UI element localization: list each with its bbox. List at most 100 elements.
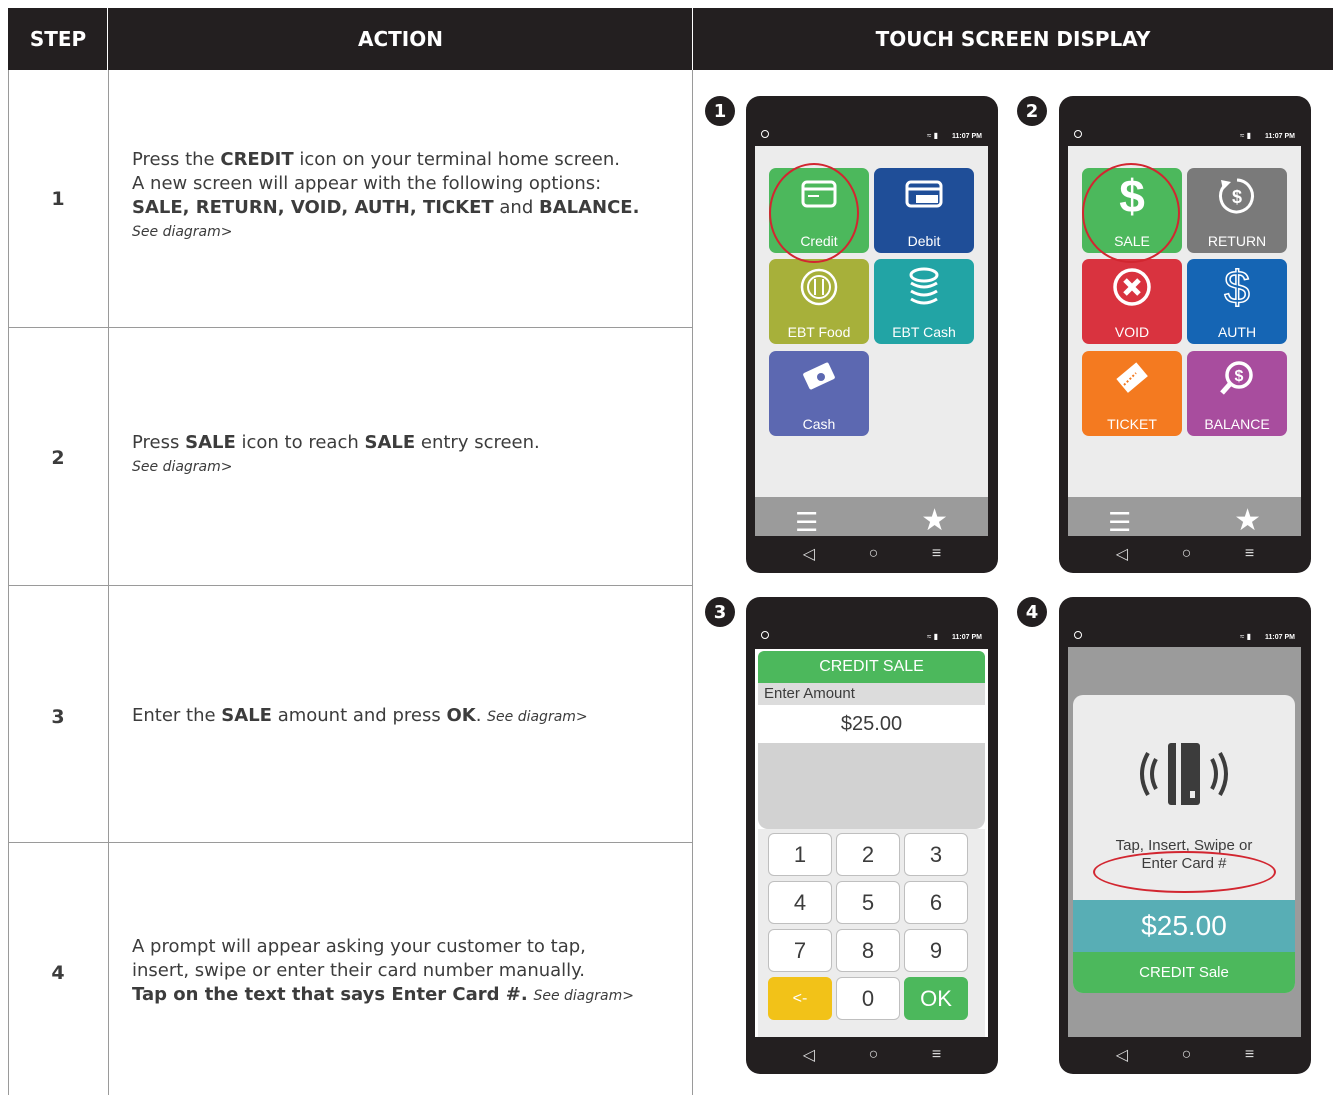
tile-label: RETURN [1207,233,1267,249]
favorites-star-icon[interactable]: ★ [921,503,948,536]
ebt-cash-tile[interactable]: EBT Cash [874,259,974,344]
void-x-icon [1113,268,1151,306]
home-icon[interactable]: ○ [869,545,879,563]
menu-icon[interactable]: ☰ [795,507,818,536]
favorites-star-icon[interactable]: ★ [1234,503,1261,536]
home-icon[interactable]: ○ [869,1046,879,1064]
home-icon[interactable]: ○ [1182,1046,1192,1064]
step-1-instructions: Press the CREDIT icon on your terminal h… [132,148,677,244]
backspace-key[interactable]: <- [768,977,832,1020]
coin-stack-icon [909,267,939,305]
svg-text:$: $ [1232,187,1242,207]
terminal-phone-1: ≈ ▮ 11:07 PM Credit Debit EBT Food EBT C… [746,96,998,573]
step-number: 1 [51,188,65,210]
key-9[interactable]: 9 [904,929,968,972]
contactless-card-icon [1140,743,1228,805]
back-icon[interactable]: ◁ [803,544,815,564]
see-diagram-link: See diagram> [132,224,233,240]
key-1[interactable]: 1 [768,833,832,876]
wifi-battery-icon: ≈ ▮ [926,632,938,641]
sale-amount: $25.00 [1073,900,1295,952]
key-6[interactable]: 6 [904,881,968,924]
step-2-instructions: Press SALE icon to reach SALE entry scre… [132,431,677,479]
step-badge: 2 [1017,96,1047,126]
tile-label: Debit [907,233,941,249]
bottom-toolbar: ☰ ★ [1068,497,1301,536]
card-prompt-dialog: Tap, Insert, Swipe or Enter Card # $25.0… [1073,695,1295,993]
see-diagram-link: See diagram> [132,459,233,475]
card-prompt-screen: Tap, Insert, Swipe or Enter Card # $25.0… [1068,647,1301,1037]
tile-label: AUTH [1217,324,1257,340]
cash-tile[interactable]: Cash [769,351,869,436]
ebt-food-tile[interactable]: EBT Food [769,259,869,344]
back-icon[interactable]: ◁ [1116,1045,1128,1065]
tile-label: EBT Cash [892,324,956,340]
column-divider [692,70,693,1095]
key-4[interactable]: 4 [768,881,832,924]
row-divider [8,842,693,843]
plate-utensils-icon [800,268,838,306]
key-7[interactable]: 7 [768,929,832,972]
ok-key[interactable]: OK [904,977,968,1020]
home-icon[interactable]: ○ [1182,545,1192,563]
balance-search-icon: $ [1220,361,1253,395]
terminal-phone-3: ≈ ▮ 11:07 PM CREDIT SALE Enter Amount $2… [746,597,998,1074]
debit-tile[interactable]: Debit [874,168,974,253]
clock-icon [761,631,769,639]
table-header: STEP ACTION TOUCH SCREEN DISPLAY [8,8,1333,70]
header-step: STEP [29,27,87,51]
return-tile[interactable]: $ RETURN [1187,168,1287,253]
auth-tile[interactable]: $ AUTH [1187,259,1287,344]
key-5[interactable]: 5 [836,881,900,924]
header-action: ACTION [358,27,443,51]
key-2[interactable]: 2 [836,833,900,876]
svg-text:$: $ [1235,368,1244,385]
recents-icon[interactable]: ≡ [1245,545,1254,563]
header-divider [692,8,693,70]
back-icon[interactable]: ◁ [803,1045,815,1065]
wifi-battery-icon: ≈ ▮ [926,131,938,140]
column-divider [108,70,109,1095]
status-time: 11:07 PM [1265,634,1295,641]
step-badge: 4 [1017,597,1047,627]
row-divider [8,327,693,328]
ticket-tile[interactable]: TICKET [1082,351,1182,436]
amount-display[interactable]: $25.00 [758,705,985,743]
back-icon[interactable]: ◁ [1116,544,1128,564]
terminal-phone-4: ≈ ▮ 11:07 PM Tap, Insert, Swipe or Enter… [1059,597,1311,1074]
highlight-ellipse [1093,851,1276,893]
status-time: 11:07 PM [952,634,982,641]
dollar-outline-icon: $ [1223,261,1250,309]
highlight-circle [1082,163,1180,263]
clock-icon [1074,631,1082,639]
clock-icon [1074,130,1082,138]
step-number: 3 [51,706,65,728]
balance-tile[interactable]: $ BALANCE [1187,351,1287,436]
tile-label: BALANCE [1204,416,1270,432]
clock-icon [761,130,769,138]
tile-label: TICKET [1107,416,1157,432]
wifi-battery-icon: ≈ ▮ [1239,632,1251,641]
void-tile[interactable]: VOID [1082,259,1182,344]
amount-label: Enter Amount [758,683,985,705]
debit-card-icon [905,180,943,208]
terminal-phone-2: ≈ ▮ 11:07 PM $ SALE $ RETURN VOID $ AUTH… [1059,96,1311,573]
status-time: 11:07 PM [1265,133,1295,140]
highlight-circle [769,163,859,263]
step-3-instructions: Enter the SALE amount and press OK. See … [132,705,588,726]
wifi-battery-icon: ≈ ▮ [1239,131,1251,140]
recents-icon[interactable]: ≡ [1245,1046,1254,1064]
row-divider [8,585,693,586]
key-8[interactable]: 8 [836,929,900,972]
step-badge: 3 [705,597,735,627]
key-0[interactable]: 0 [836,977,900,1020]
key-3[interactable]: 3 [904,833,968,876]
status-time: 11:07 PM [952,133,982,140]
menu-icon[interactable]: ☰ [1108,507,1131,536]
amount-area [758,743,985,829]
bottom-toolbar: ☰ ★ [755,497,988,536]
recents-icon[interactable]: ≡ [932,545,941,563]
recents-icon[interactable]: ≡ [932,1046,941,1064]
android-navbar: ◁ ○ ≡ [1059,1037,1311,1073]
ticket-icon [1116,362,1148,393]
